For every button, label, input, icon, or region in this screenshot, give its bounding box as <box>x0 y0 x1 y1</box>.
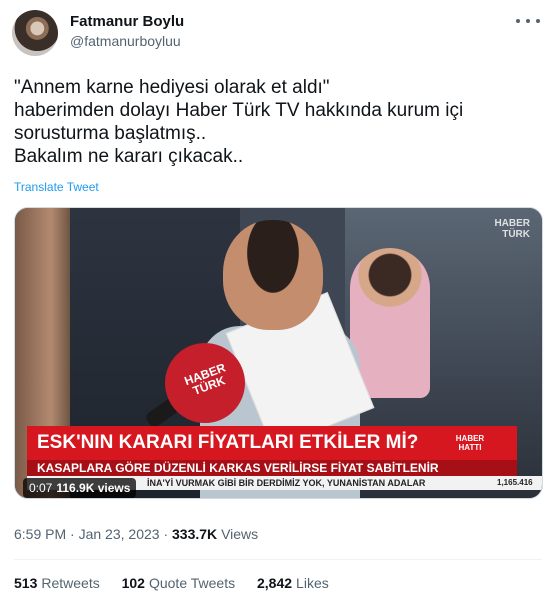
quotes-label: Quote Tweets <box>148 575 236 591</box>
news-headline: ESK'NIN KARARI FİYATLARI ETKİLER Mİ? <box>27 426 517 460</box>
tweet-line: haberimden dolayı Haber Türk TV hakkında… <box>14 100 464 121</box>
meta-separator: · <box>70 526 75 542</box>
tweet-line: "Annem karne hediyesi olarak et aldı" <box>14 77 330 98</box>
video-boy-head <box>223 220 323 330</box>
headline-tag: HABER HATTI <box>455 434 485 452</box>
retweets-label: Retweets <box>41 575 100 591</box>
news-subheadline: KASAPLARA GÖRE DÜZENLİ KARKAS VERİLİRSE … <box>27 460 517 476</box>
avatar[interactable] <box>12 10 58 56</box>
quotes-count: 102 <box>121 575 145 591</box>
tweet-date[interactable]: Jan 23, 2023 <box>79 526 160 542</box>
tweet-text: "Annem karne hediyesi olarak et aldı" ha… <box>14 76 544 168</box>
views-label: Views <box>221 526 259 542</box>
video-duration: 0:07 <box>29 481 53 495</box>
retweets-count: 513 <box>14 575 38 591</box>
video-views: 116.9K views <box>56 481 131 495</box>
video-player[interactable]: HABER TÜRK HABER TÜRK ESK'NIN KARARI FİY… <box>14 207 543 499</box>
translate-tweet-link[interactable]: Translate Tweet <box>14 180 99 194</box>
likes-label: Likes <box>296 575 329 591</box>
views-count: 333.7K <box>172 526 218 542</box>
video-girl-figure <box>350 248 430 398</box>
likes-stat[interactable]: 2,842 Likes <box>257 575 329 591</box>
quote-tweets-stat[interactable]: 102 Quote Tweets <box>122 575 236 591</box>
tweet-stats: 513 Retweets 102 Quote Tweets 2,842 Likes <box>14 575 347 591</box>
tweet-line: sorusturma başlatmış.. <box>14 123 207 144</box>
likes-count: 2,842 <box>257 575 293 591</box>
display-name[interactable]: Fatmanur Boylu <box>70 13 184 30</box>
retweets-stat[interactable]: 513 Retweets <box>14 575 100 591</box>
ticker-number: 1,165.416 <box>497 478 533 487</box>
more-options-icon[interactable] <box>516 12 540 30</box>
video-duration-badge: 0:07 116.9K views <box>23 478 137 498</box>
tweet-header: Fatmanur Boylu @fatmanurboyluu <box>0 0 554 70</box>
channel-logo: HABER TÜRK <box>494 218 530 240</box>
divider <box>14 559 542 560</box>
tweet-meta: 6:59 PM · Jan 23, 2023 · 333.7K Views <box>14 526 258 542</box>
meta-separator: · <box>163 526 169 542</box>
tweet-time[interactable]: 6:59 PM <box>14 526 66 542</box>
user-handle[interactable]: @fatmanurboyluu <box>70 33 181 49</box>
tweet-line: Bakalım ne kararı çıkacak.. <box>14 146 244 167</box>
